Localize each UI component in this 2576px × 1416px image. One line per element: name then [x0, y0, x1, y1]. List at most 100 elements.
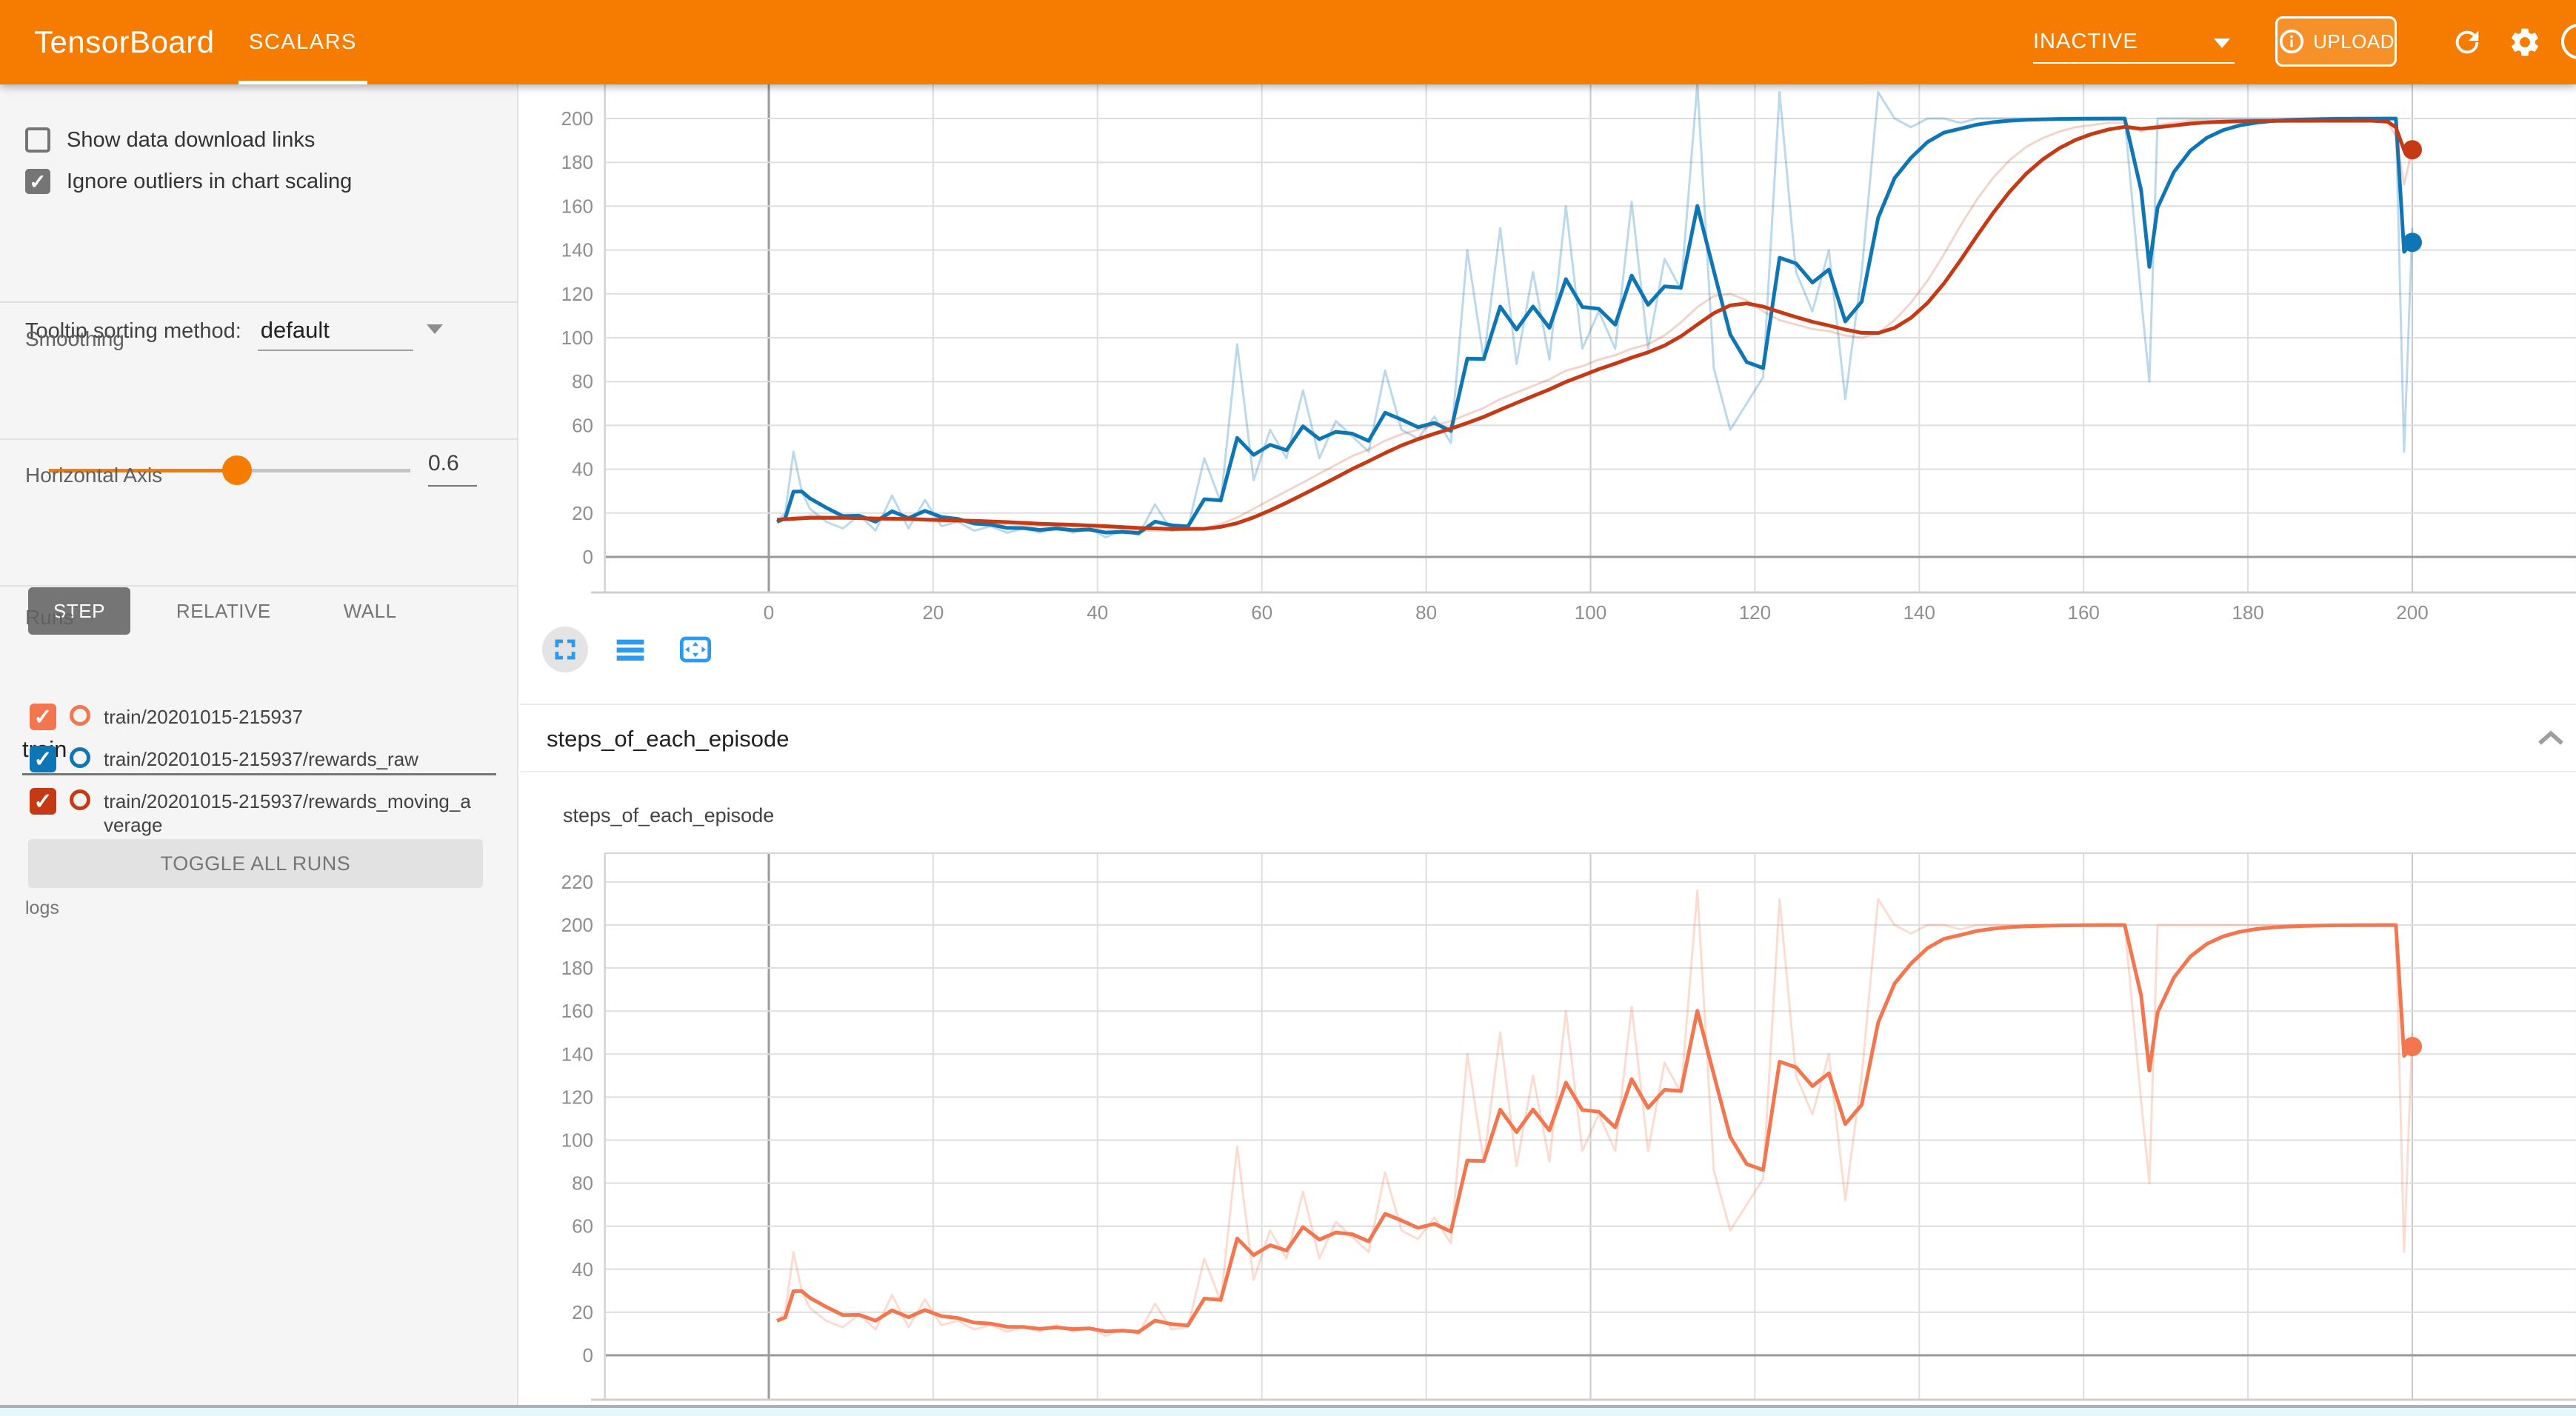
tooltip-sorting-value: default	[261, 317, 330, 343]
svg-text:200: 200	[561, 107, 593, 130]
svg-text:0: 0	[583, 546, 593, 568]
svg-text:120: 120	[561, 283, 593, 305]
svg-text:100: 100	[561, 327, 593, 349]
upload-button-label: UPLOAD	[2313, 30, 2395, 53]
show-download-links-label: Show data download links	[67, 128, 315, 153]
ignore-outliers-row[interactable]: ✓ Ignore outliers in chart scaling	[25, 169, 352, 194]
fit-to-data-icon	[679, 635, 712, 664]
run-color-circle-icon	[70, 747, 90, 768]
svg-text:140: 140	[561, 1043, 593, 1065]
run-color-circle-icon	[70, 789, 90, 810]
slider-knob[interactable]	[222, 455, 252, 485]
chart-card-title: steps_of_each_episode	[563, 804, 774, 827]
run-color-circle-icon	[70, 705, 90, 726]
svg-text:60: 60	[1251, 601, 1272, 624]
svg-text:40: 40	[1087, 601, 1108, 624]
rewards-chart[interactable]: 0 20 40 60 80 100 120 140 160 180 200 0 20 40 60 80 100 1…	[520, 84, 2576, 625]
run-row[interactable]: ✓ train/20201015-215937/rewards_raw	[30, 746, 474, 772]
steps-chart[interactable]: 0 20 40 60 80 100 120 140 160 180 200 220	[520, 844, 2576, 1416]
svg-text:100: 100	[1575, 601, 1606, 624]
svg-text:140: 140	[561, 239, 593, 261]
svg-text:80: 80	[572, 1172, 593, 1195]
svg-text:60: 60	[572, 414, 593, 436]
run-label: train/20201015-215937/rewards_moving_ave…	[104, 789, 474, 837]
run-checkbox[interactable]: ✓	[30, 746, 56, 772]
toggle-all-runs-button[interactable]: TOGGLE ALL RUNS	[28, 839, 483, 888]
tab-scalars[interactable]: SCALARS	[238, 0, 367, 84]
svg-text:40: 40	[572, 1258, 593, 1280]
svg-text:120: 120	[1739, 601, 1771, 624]
run-checkbox[interactable]: ✓	[30, 788, 56, 815]
svg-text:180: 180	[561, 957, 593, 979]
chevron-up-icon	[2536, 727, 2566, 749]
checkbox-unchecked-icon[interactable]	[25, 127, 50, 153]
collapse-section-button[interactable]	[2536, 727, 2566, 749]
svg-text:20: 20	[572, 502, 593, 524]
info-icon	[2278, 27, 2306, 56]
svg-text:180: 180	[561, 151, 593, 173]
tab-scalars-label: SCALARS	[249, 30, 357, 55]
chevron-down-icon	[427, 324, 443, 334]
svg-text:200: 200	[561, 914, 593, 936]
ignore-outliers-label: Ignore outliers in chart scaling	[67, 170, 352, 194]
main-content: 0204060801001201401601802000204060801001…	[520, 84, 2576, 1416]
divider	[520, 771, 2576, 772]
table-rows-icon	[615, 637, 645, 662]
data-table-button[interactable]	[607, 627, 653, 672]
horizontal-axis-toggle: STEP RELATIVE WALL	[28, 587, 422, 635]
refresh-icon	[2450, 25, 2484, 59]
bottom-panel-edge	[0, 1405, 2576, 1416]
divider	[0, 301, 518, 303]
help-icon[interactable]	[2561, 24, 2576, 59]
app-title: TensorBoard	[34, 24, 215, 60]
run-label: train/20201015-215937	[104, 705, 474, 729]
app-header: TensorBoard SCALARS INACTIVE UPLOAD	[0, 0, 2576, 84]
settings-sidebar: Show data download links ✓ Ignore outlie…	[0, 84, 518, 1406]
logs-text: logs	[25, 898, 59, 919]
runs-label: Runs	[25, 606, 73, 629]
run-row[interactable]: ✓ train/20201015-215937	[30, 704, 474, 730]
svg-text:80: 80	[572, 370, 593, 393]
smoothing-value-input[interactable]: 0.6	[428, 451, 477, 487]
svg-text:220: 220	[561, 871, 593, 893]
svg-text:20: 20	[922, 601, 944, 624]
chart-toolbar	[542, 627, 718, 672]
divider	[0, 585, 518, 587]
tooltip-sorting-select[interactable]: default	[258, 315, 413, 351]
upload-button[interactable]: UPLOAD	[2275, 16, 2397, 67]
svg-text:0: 0	[764, 601, 774, 624]
smoothing-label: Smoothing	[25, 327, 124, 351]
svg-text:40: 40	[572, 458, 593, 481]
refresh-button[interactable]	[2450, 25, 2484, 59]
divider	[520, 704, 2576, 705]
run-checkbox[interactable]: ✓	[30, 704, 56, 730]
show-download-links-row[interactable]: Show data download links	[25, 127, 315, 153]
svg-text:20: 20	[572, 1301, 593, 1323]
fullscreen-icon	[552, 636, 578, 663]
svg-text:180: 180	[2232, 601, 2263, 624]
svg-text:100: 100	[561, 1129, 593, 1152]
svg-text:140: 140	[1903, 601, 1935, 624]
checkbox-checked-icon[interactable]: ✓	[25, 169, 50, 194]
axis-relative-button[interactable]: RELATIVE	[151, 587, 296, 635]
status-dropdown[interactable]: INACTIVE	[2033, 21, 2235, 64]
run-label: train/20201015-215937/rewards_raw	[104, 747, 474, 771]
status-dropdown-value: INACTIVE	[2033, 30, 2138, 54]
fit-domain-button[interactable]	[673, 627, 718, 672]
horizontal-axis-label: Horizontal Axis	[25, 464, 162, 487]
settings-button[interactable]	[2508, 25, 2542, 59]
svg-text:200: 200	[2396, 601, 2428, 624]
run-row[interactable]: ✓ train/20201015-215937/rewards_moving_a…	[30, 788, 474, 837]
axis-wall-button[interactable]: WALL	[318, 587, 422, 635]
expand-chart-button[interactable]	[542, 627, 588, 672]
svg-text:160: 160	[561, 195, 593, 217]
chevron-down-icon	[2214, 39, 2230, 48]
svg-text:120: 120	[561, 1086, 593, 1108]
svg-text:0: 0	[583, 1344, 593, 1366]
svg-text:60: 60	[572, 1215, 593, 1238]
svg-text:160: 160	[2068, 601, 2100, 624]
svg-text:160: 160	[561, 1000, 593, 1022]
svg-text:80: 80	[1415, 601, 1437, 624]
tab-active-underline	[238, 81, 367, 84]
section-title: steps_of_each_episode	[547, 726, 789, 752]
